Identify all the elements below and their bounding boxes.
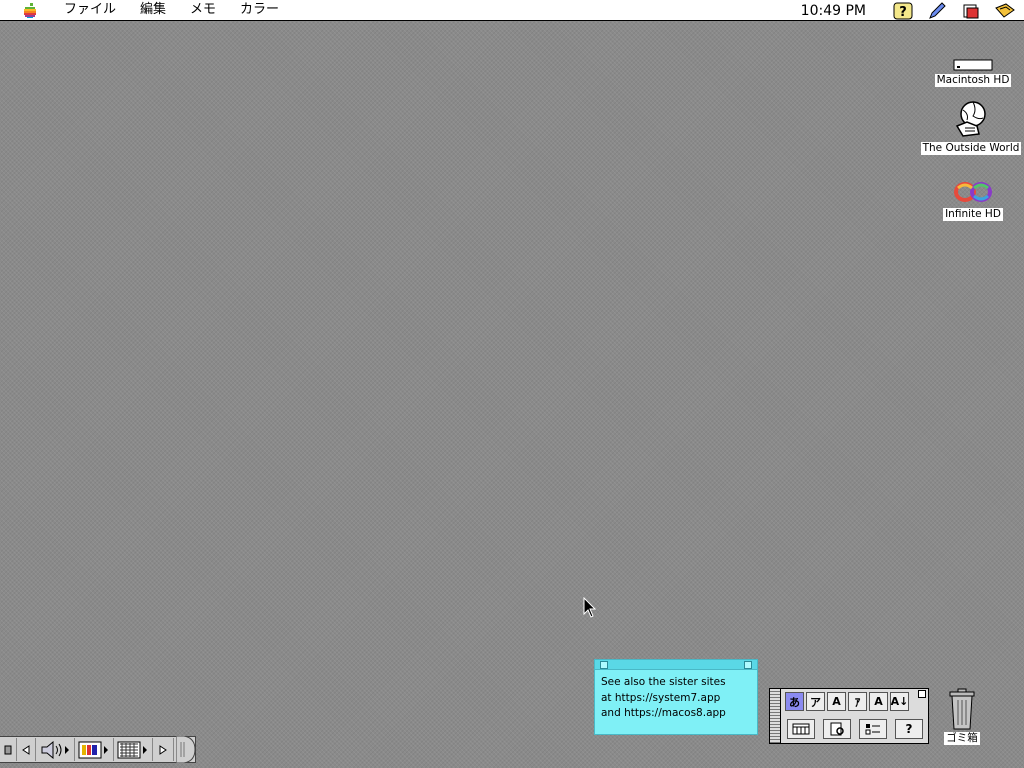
alpha-button[interactable]: A [869, 692, 888, 711]
desktop-icon-trash[interactable]: ゴミ箱 [938, 688, 986, 745]
sticky-zoom-box[interactable] [744, 661, 752, 669]
monitor-colors-icon[interactable] [75, 738, 114, 761]
globe-hand-icon [955, 101, 986, 137]
sticky-close-box[interactable] [600, 661, 608, 669]
apple-menu-icon[interactable] [22, 2, 38, 18]
control-strip-tab[interactable] [176, 736, 196, 763]
menu-file[interactable]: ファイル [52, 0, 128, 20]
trash-icon [949, 688, 975, 730]
katakana-button[interactable]: ア [806, 692, 825, 711]
sticky-note[interactable]: See also the sister sites at https://sys… [594, 659, 758, 735]
desktop-icon-infinite-hd[interactable]: Infinite HD [930, 172, 1016, 221]
palette-close-box[interactable] [918, 690, 926, 698]
hiragana-button[interactable]: あ [785, 692, 804, 711]
input-method-palette[interactable]: あ ア A ｱ A A↓ ? [769, 688, 929, 744]
speaker-icon[interactable] [36, 738, 75, 761]
application-icon[interactable] [960, 2, 982, 20]
hard-drive-icon [953, 59, 993, 71]
halfwidth-katakana-button[interactable]: ｱ [848, 692, 867, 711]
tools-icon[interactable] [859, 719, 887, 739]
help-icon[interactable]: ? [892, 2, 914, 20]
mouse-cursor [583, 597, 597, 618]
left-arrow-icon[interactable] [17, 738, 36, 761]
menu-bar-extras: 10:49 PM ? [801, 0, 1016, 21]
menu-clock[interactable]: 10:49 PM [801, 3, 866, 19]
menu-note[interactable]: メモ [178, 0, 228, 20]
desktop-icon-label: The Outside World [920, 142, 1022, 155]
sticky-note-text[interactable]: See also the sister sites at https://sys… [595, 670, 757, 727]
resolution-icon[interactable] [114, 738, 153, 761]
right-arrow-icon[interactable] [153, 738, 174, 761]
help-button[interactable]: ? [895, 719, 923, 739]
collapse-icon[interactable] [0, 738, 17, 761]
desktop-icon-outside-world[interactable]: The Outside World [916, 98, 1024, 155]
control-strip [0, 736, 196, 763]
desktop-icon-label: Macintosh HD [934, 74, 1012, 87]
svg-text:?: ? [899, 5, 907, 20]
direct-input-button[interactable]: A↓ [890, 692, 909, 711]
keyboard-icon[interactable] [994, 2, 1016, 20]
menu-edit[interactable]: 編集 [128, 0, 178, 20]
infinity-icon [954, 182, 992, 202]
desktop-icon-macintosh-hd[interactable]: Macintosh HD [930, 56, 1016, 87]
menu-bar: ファイル 編集 メモ カラー 10:49 PM ? [0, 0, 1024, 21]
menu-color[interactable]: カラー [228, 0, 291, 20]
dictionary-icon[interactable] [823, 719, 851, 739]
desktop-icon-label: ゴミ箱 [944, 732, 980, 745]
sticky-note-title-bar[interactable] [595, 660, 757, 670]
fullwidth-alpha-button[interactable]: A [827, 692, 846, 711]
pencil-icon[interactable] [926, 1, 948, 20]
calendar-icon[interactable] [787, 719, 815, 739]
desktop-icon-label: Infinite HD [943, 208, 1003, 221]
palette-drag-bar[interactable] [770, 689, 781, 743]
